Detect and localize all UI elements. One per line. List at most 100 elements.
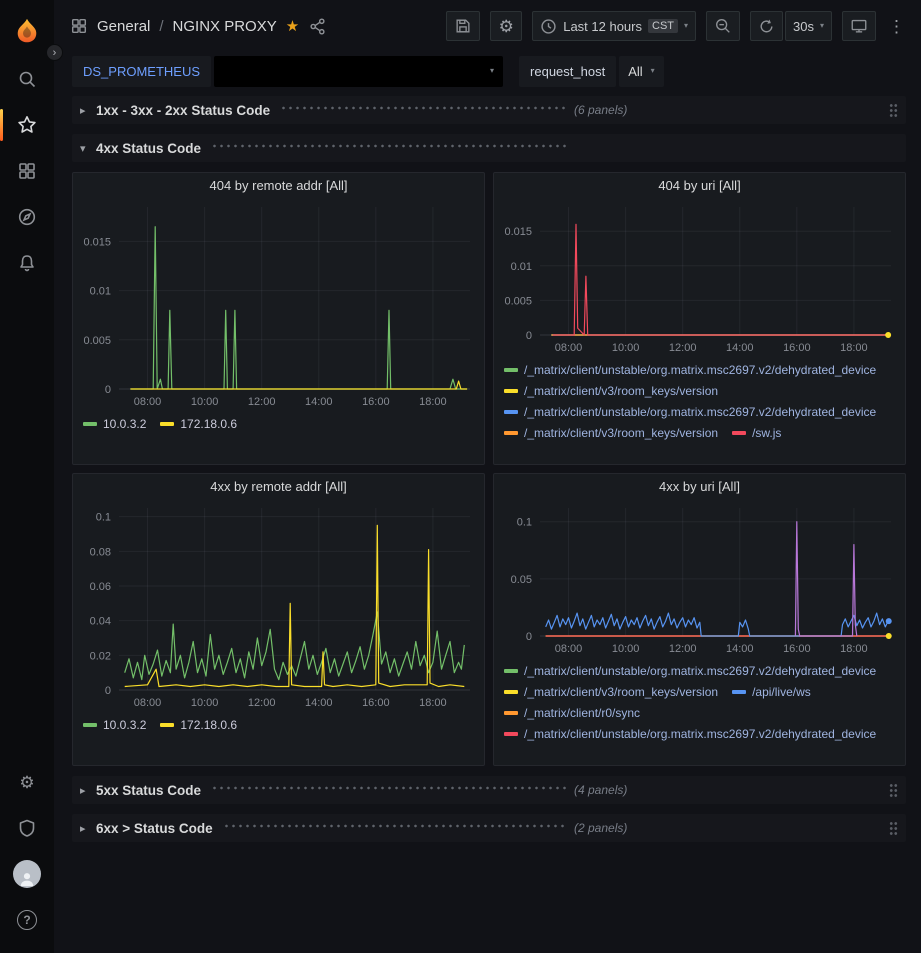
panel-title[interactable]: 4xx by remote addr [All] (73, 474, 484, 500)
sidebar-item-help[interactable]: ? (0, 897, 54, 943)
svg-text:08:00: 08:00 (555, 342, 583, 354)
grafana-flame-icon (12, 16, 42, 46)
legend-item[interactable]: /_matrix/client/v3/room_keys/version (504, 380, 718, 401)
legend-item[interactable]: /_matrix/client/unstable/org.matrix.msc2… (504, 660, 876, 681)
sidebar-item-dashboards[interactable] (0, 148, 54, 194)
legend-swatch (504, 711, 518, 715)
variable-value-dropdown[interactable]: ▾ (214, 56, 503, 87)
panel-title[interactable]: 4xx by uri [All] (494, 474, 905, 500)
svg-text:0.005: 0.005 (504, 295, 532, 307)
sidebar-item-alerting[interactable] (0, 240, 54, 286)
svg-text:12:00: 12:00 (669, 342, 697, 354)
sidebar-item-explore[interactable] (0, 194, 54, 240)
svg-text:0: 0 (105, 685, 111, 697)
caret-down-icon: ▾ (820, 22, 824, 30)
legend-item[interactable]: /_matrix/client/unstable/org.matrix.msc2… (504, 359, 876, 380)
chevron-right-icon: ▸ (80, 104, 96, 117)
timeseries-chart[interactable]: 08:0010:0012:0014:0016:0018:0000.020.040… (73, 500, 484, 712)
legend-item[interactable]: /sw.js (732, 422, 781, 443)
gear-icon: ⚙ (499, 18, 514, 35)
chevron-down-icon: ▾ (80, 142, 96, 155)
chevron-right-icon: ▸ (80, 784, 96, 797)
row-header-6xx[interactable]: ▸ 6xx > Status Code (2 panels) (72, 814, 906, 842)
row-header-1xx-3xx-2xx[interactable]: ▸ 1xx - 3xx - 2xx Status Code (6 panels) (72, 96, 906, 124)
legend-swatch (504, 410, 518, 414)
tv-mode-button[interactable] (842, 11, 876, 41)
svg-text:12:00: 12:00 (248, 697, 276, 709)
legend-item[interactable]: 172.18.0.6 (160, 413, 237, 434)
svg-text:18:00: 18:00 (840, 342, 868, 354)
svg-text:0.05: 0.05 (511, 574, 532, 586)
sidebar-item-profile[interactable] (0, 851, 54, 897)
svg-text:10:00: 10:00 (612, 643, 640, 655)
row-header-4xx[interactable]: ▾ 4xx Status Code (72, 134, 906, 162)
row-drag-handle[interactable] (889, 821, 898, 835)
kebab-icon: ⋮ (888, 18, 905, 35)
refresh-button[interactable] (750, 11, 783, 41)
share-icon[interactable] (308, 17, 327, 36)
row-title: 5xx Status Code (96, 783, 201, 798)
sidebar-item-starred[interactable] (0, 102, 54, 148)
legend-item[interactable]: /_matrix/client/unstable/org.matrix.msc2… (504, 401, 876, 422)
variable-label[interactable]: DS_PROMETHEUS (72, 56, 211, 87)
variable-ds-prometheus: DS_PROMETHEUS ▾ (72, 56, 503, 87)
shield-icon (17, 818, 37, 838)
panel-legend: 10.0.3.2 172.18.0.6 (73, 712, 484, 765)
search-icon (17, 69, 37, 89)
legend-item[interactable]: /_matrix/client/unstable/org.matrix.msc2… (504, 723, 876, 744)
svg-text:16:00: 16:00 (783, 643, 811, 655)
compass-icon (17, 207, 37, 227)
zoom-out-button[interactable] (706, 11, 740, 41)
panel-title[interactable]: 404 by uri [All] (494, 173, 905, 199)
apps-grid-icon[interactable] (70, 17, 88, 35)
legend-item[interactable]: 10.0.3.2 (83, 413, 146, 434)
svg-text:14:00: 14:00 (305, 396, 333, 408)
grafana-app: ⚙ ? › Gene (0, 0, 921, 953)
legend-item[interactable]: /_matrix/client/r0/sync (504, 702, 640, 723)
clock-icon (540, 18, 557, 35)
row-title: 6xx > Status Code (96, 821, 213, 836)
legend-swatch (504, 368, 518, 372)
row-drag-handle[interactable] (889, 103, 898, 117)
svg-text:10:00: 10:00 (191, 697, 219, 709)
bell-icon (17, 253, 37, 273)
variable-label[interactable]: request_host (519, 56, 616, 87)
svg-text:0.1: 0.1 (517, 517, 532, 529)
panel-4xx-by-uri: 4xx by uri [All] 08:0010:0012:0014:0016:… (493, 473, 906, 766)
legend-swatch (83, 422, 97, 426)
help-icon: ? (17, 910, 37, 930)
legend-item[interactable]: 172.18.0.6 (160, 714, 237, 735)
legend-item[interactable]: 10.0.3.2 (83, 714, 146, 735)
sidebar-item-search[interactable] (0, 56, 54, 102)
refresh-interval-dropdown[interactable]: 30s ▾ (785, 11, 832, 41)
svg-text:0.015: 0.015 (504, 226, 532, 238)
timeseries-chart[interactable]: 08:0010:0012:0014:0016:0018:0000.050.1 (494, 500, 905, 658)
legend-item[interactable]: /api/live/ws (732, 681, 811, 702)
time-range-picker[interactable]: Last 12 hours CST ▾ (532, 11, 696, 41)
legend-item[interactable]: /_matrix/client/v3/room_keys/version (504, 681, 718, 702)
chevron-right-icon: › (53, 47, 57, 59)
favorite-star-icon[interactable]: ★ (286, 17, 299, 35)
save-dashboard-button[interactable] (446, 11, 480, 41)
svg-text:12:00: 12:00 (669, 643, 697, 655)
row-title: 1xx - 3xx - 2xx Status Code (96, 103, 270, 118)
dashboard-toolbar: ⚙ Last 12 hours CST ▾ (446, 11, 907, 41)
top-navbar: General / NGINX PROXY ★ ⚙ (54, 0, 921, 52)
user-icon (18, 870, 36, 888)
legend-item[interactable]: /_matrix/client/v3/room_keys/version (504, 422, 718, 443)
sidebar-item-configuration[interactable]: ⚙ (0, 759, 54, 805)
breadcrumb-section[interactable]: General (97, 18, 150, 35)
svg-text:0.04: 0.04 (90, 616, 111, 628)
sidebar-expand-button[interactable]: › (46, 44, 63, 61)
panel-title[interactable]: 404 by remote addr [All] (73, 173, 484, 199)
sidebar-item-server-admin[interactable] (0, 805, 54, 851)
row-header-5xx[interactable]: ▸ 5xx Status Code (4 panels) (72, 776, 906, 804)
breadcrumb-title[interactable]: NGINX PROXY (173, 18, 277, 35)
timeseries-chart[interactable]: 08:0010:0012:0014:0016:0018:0000.0050.01… (494, 199, 905, 357)
row-drag-handle[interactable] (889, 783, 898, 797)
dashboard-settings-button[interactable]: ⚙ (490, 11, 522, 41)
variable-value-dropdown[interactable]: All ▾ (619, 56, 663, 87)
timeseries-chart[interactable]: 08:0010:0012:0014:0016:0018:0000.0050.01… (73, 199, 484, 411)
more-options-button[interactable]: ⋮ (886, 11, 907, 41)
panels-grid: 404 by remote addr [All] 08:0010:0012:00… (72, 172, 906, 766)
